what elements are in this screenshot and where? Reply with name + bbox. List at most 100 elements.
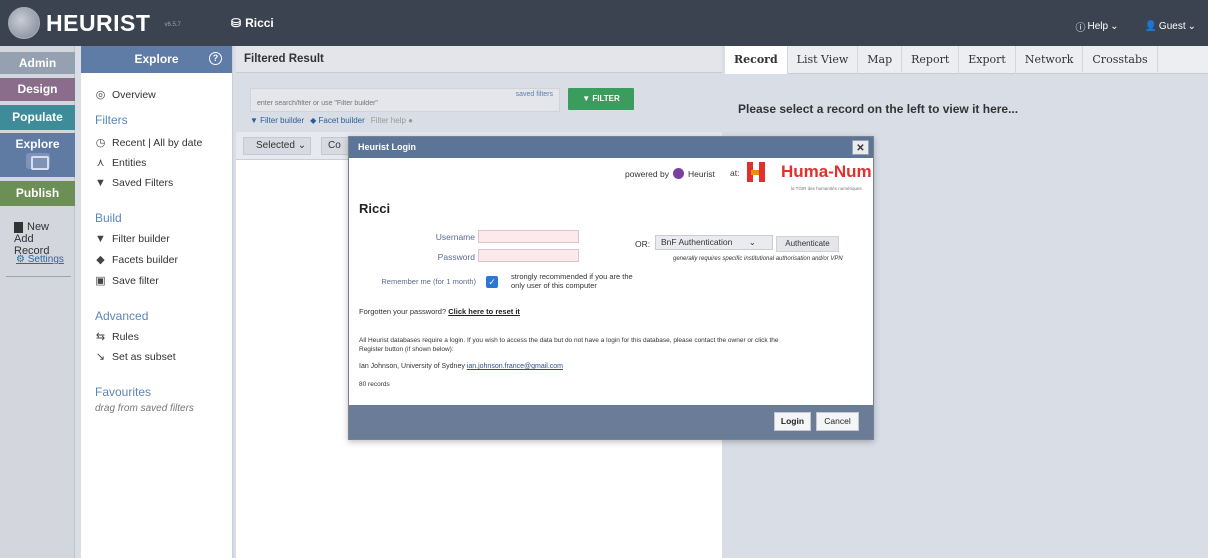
auth-note: generally requires specific institutiona…	[673, 256, 843, 262]
cube-icon: ◆	[310, 116, 319, 125]
cube-icon: ◆	[96, 254, 105, 266]
humanum-logo-icon	[747, 160, 777, 184]
sidebar-item-recent[interactable]: ◷ Recent | All by date	[95, 136, 203, 150]
menu-publish[interactable]: Publish	[0, 181, 75, 206]
tab-map[interactable]: Map	[858, 46, 903, 74]
tab-crosstabs[interactable]: Crosstabs	[1083, 46, 1158, 74]
result-title: Filtered Result	[236, 46, 722, 73]
database-name: ⛁ Ricci	[231, 16, 274, 30]
filter-plus-icon: ▼	[250, 116, 261, 125]
app-name: HEURIST	[46, 9, 151, 36]
main-menu: Admin Design Populate Explore Publish Ne…	[0, 46, 75, 558]
login-database-name: Ricci	[359, 201, 391, 216]
remember-checkbox[interactable]: ✓	[486, 276, 498, 288]
password-label: Password	[437, 252, 475, 262]
favourites-heading: Favourites	[95, 385, 152, 399]
menu-explore[interactable]: Explore	[0, 133, 75, 177]
tab-record[interactable]: Record	[725, 46, 788, 74]
add-document-icon	[14, 221, 23, 233]
database-icon: ⛁	[231, 16, 242, 30]
help-icon: ⓘ	[1075, 23, 1086, 34]
filters-heading: Filters	[95, 113, 128, 127]
help-icon[interactable]: ?	[209, 52, 222, 65]
password-field[interactable]	[478, 249, 579, 262]
facet-builder-link[interactable]: ◆ Facet builder	[310, 116, 365, 125]
tab-network[interactable]: Network	[1016, 46, 1084, 74]
collected-dropdown[interactable]: Co	[321, 137, 351, 155]
filter-builder-link[interactable]: ▼ Filter builder	[250, 116, 304, 125]
saved-filters-dropdown[interactable]: saved filters	[516, 91, 553, 99]
menu-populate[interactable]: Populate	[0, 105, 75, 130]
menu-admin[interactable]: Admin	[0, 52, 75, 74]
remember-label: Remember me (for 1 month)	[381, 277, 476, 286]
db-owner: Ian Johnson, University of Sydney ian.jo…	[359, 363, 564, 370]
username-label: Username	[435, 232, 475, 242]
sidebar-item-filter-builder[interactable]: ▼ Filter builder	[95, 233, 170, 245]
owner-email-link[interactable]: ian.johnson.france@gmail.com	[467, 363, 563, 370]
heurist-logo[interactable]: HEURIST v6.5.7	[8, 6, 181, 40]
chevron-down-icon: ⌄	[1187, 21, 1196, 32]
explore-header: Explore ?	[81, 46, 232, 73]
top-bar: HEURIST v6.5.7 ⛁ Ricci ⓘ Help ⌄ 👤 Guest ⌄	[0, 0, 1208, 46]
app-version: v6.5.7	[164, 22, 181, 28]
humanum-subtitle: la TGIR des humanités numériques	[791, 186, 862, 191]
explore-icon	[25, 153, 50, 170]
user-menu[interactable]: 👤 Guest ⌄	[1144, 19, 1196, 34]
login-dialog-footer: Login Cancel	[349, 405, 873, 439]
tab-report[interactable]: Report	[902, 46, 960, 74]
record-count: 80 records	[359, 381, 390, 388]
new-record-button[interactable]: New Add Record	[14, 221, 69, 257]
cancel-button[interactable]: Cancel	[816, 412, 859, 431]
record-placeholder-message: Please select a record on the left to vi…	[738, 102, 1019, 116]
login-button[interactable]: Login	[774, 412, 811, 431]
forgot-password: Forgotten your password? Click here to r…	[359, 307, 520, 316]
auth-provider-select[interactable]: BnF Authentication ⌄	[655, 235, 773, 250]
subset-icon: ↘	[95, 351, 106, 363]
help-menu[interactable]: ⓘ Help ⌄	[1076, 19, 1119, 34]
login-info: All Heurist databases require a login. I…	[359, 337, 779, 353]
clock-icon: ◷	[95, 137, 106, 149]
sidebar-item-saved-filters[interactable]: ▼ Saved Filters	[95, 177, 173, 189]
authenticate-button[interactable]: Authenticate	[776, 236, 839, 252]
reset-password-link[interactable]: Click here to reset it	[448, 307, 520, 316]
menu-design[interactable]: Design	[0, 78, 75, 101]
settings-link[interactable]: ⚙ Settings	[16, 254, 64, 265]
filter-help-link[interactable]: Filter help ●	[371, 116, 413, 125]
filter-icon: ▼	[95, 177, 106, 189]
sidebar-item-facets-builder[interactable]: ◆ Facets builder	[95, 253, 178, 267]
filter-icon: ▼	[582, 94, 593, 103]
user-icon: 👤	[1144, 21, 1157, 32]
gear-icon: ⚙	[16, 254, 28, 265]
sidebar-item-overview[interactable]: ◎ Overview	[95, 88, 156, 102]
chevron-down-icon: ⌄	[748, 237, 756, 247]
heurist-logo-icon	[8, 7, 40, 39]
or-label: OR:	[635, 239, 651, 249]
tab-export[interactable]: Export	[959, 46, 1016, 74]
search-input[interactable]	[257, 100, 507, 107]
username-field[interactable]	[478, 230, 579, 243]
favourites-hint: drag from saved filters	[95, 403, 194, 414]
humanum-logo: Huma-Num	[747, 160, 872, 184]
filter-button[interactable]: ▼ FILTER	[568, 88, 634, 110]
entities-icon: ⋏	[96, 157, 105, 169]
login-dialog-title: Heurist Login ✕	[349, 137, 873, 158]
search-box[interactable]: saved filters	[250, 88, 560, 112]
sidebar-item-rules[interactable]: ⇆ Rules	[95, 330, 139, 344]
heurist-logo-icon	[672, 168, 684, 179]
powered-by: powered by Heurist	[625, 168, 715, 179]
divider	[6, 276, 71, 277]
tab-list-view[interactable]: List View	[788, 46, 859, 74]
sidebar-item-set-subset[interactable]: ↘ Set as subset	[95, 350, 176, 364]
eye-icon: ◎	[95, 89, 106, 101]
selected-dropdown[interactable]: Selected ⌄	[243, 137, 311, 155]
close-icon[interactable]: ✕	[852, 140, 869, 155]
remember-hint: strongly recommended if you are the only…	[511, 272, 633, 290]
advanced-heading: Advanced	[95, 309, 149, 323]
rules-icon: ⇆	[95, 331, 106, 343]
save-icon: ▣	[95, 275, 106, 287]
chevron-down-icon: ⌄	[1110, 21, 1119, 32]
sidebar-item-entities[interactable]: ⋏ Entities	[95, 156, 146, 170]
at-label: at:	[730, 168, 740, 178]
record-tabs: Record List View Map Report Export Netwo…	[725, 46, 1208, 74]
sidebar-item-save-filter[interactable]: ▣ Save filter	[95, 274, 158, 288]
